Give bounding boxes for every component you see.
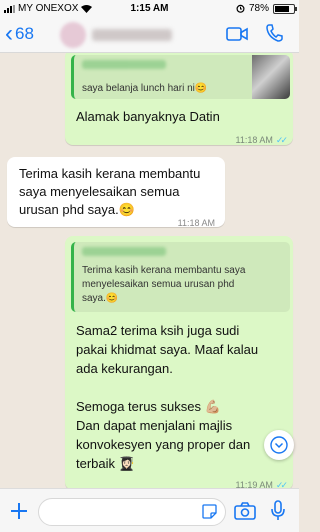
alarm-icon xyxy=(236,4,245,13)
scroll-to-bottom-button[interactable] xyxy=(264,430,294,460)
quoted-text: saya belanja lunch hari ni😊 xyxy=(82,83,208,94)
quoted-text: Terima kasih kerana membantu saya menyel… xyxy=(82,265,246,304)
sticker-icon[interactable] xyxy=(202,504,217,519)
battery-percent: 78% xyxy=(248,3,269,14)
plus-icon[interactable] xyxy=(9,501,29,521)
back-chevron-icon: ‹ xyxy=(5,20,13,47)
chevron-down-icon xyxy=(270,436,288,454)
battery-fill xyxy=(275,5,289,12)
message-outgoing[interactable]: saya belanja lunch hari ni😊 Alamak banya… xyxy=(65,53,293,145)
read-ticks-icon: ✓✓ xyxy=(275,480,288,488)
input-bar xyxy=(0,488,299,532)
video-call-icon[interactable] xyxy=(226,26,248,42)
message-text: Alamak banyaknya Datin xyxy=(76,109,220,124)
status-right: 78% xyxy=(236,3,297,14)
chat-header: ‹ 68 xyxy=(0,18,299,53)
quoted-message[interactable]: Terima kasih kerana membantu saya menyel… xyxy=(71,242,290,312)
message-text: Terima kasih kerana membantu saya menyel… xyxy=(19,166,201,217)
camera-icon[interactable] xyxy=(234,502,256,520)
quoted-image-thumbnail xyxy=(252,55,290,99)
message-input[interactable] xyxy=(47,499,201,525)
message-meta: 11:19 AM ✓✓ xyxy=(235,476,288,488)
battery-icon xyxy=(273,3,297,14)
message-meta: 11:18 AM ✓✓ xyxy=(235,131,288,149)
unread-count: 68 xyxy=(15,24,34,43)
message-incoming[interactable]: Terima kasih kerana membantu saya menyel… xyxy=(7,157,225,228)
message-time: 11:18 AM xyxy=(177,218,215,228)
chat-area[interactable]: saya belanja lunch hari ni😊 Alamak banya… xyxy=(0,53,299,488)
avatar[interactable] xyxy=(60,22,86,48)
message-time: 11:19 AM xyxy=(235,480,273,488)
microphone-icon[interactable] xyxy=(270,500,286,522)
message-outgoing[interactable]: Terima kasih kerana membantu saya menyel… xyxy=(65,236,293,488)
quoted-sender-name xyxy=(82,60,166,69)
message-time: 11:18 AM xyxy=(235,135,273,145)
status-bar: MY ONEXOX 1:15 AM 78% xyxy=(0,0,299,18)
contact-name[interactable] xyxy=(92,29,172,41)
message-input-field[interactable] xyxy=(38,498,226,526)
phone-call-icon[interactable] xyxy=(265,23,283,43)
message-text: Sama2 terima ksih juga sudi pakai khidma… xyxy=(76,323,259,471)
read-ticks-icon: ✓✓ xyxy=(275,135,288,145)
quoted-message[interactable]: saya belanja lunch hari ni😊 xyxy=(71,55,290,99)
back-button[interactable]: ‹ 68 xyxy=(5,20,34,47)
quoted-sender-name xyxy=(82,247,166,256)
